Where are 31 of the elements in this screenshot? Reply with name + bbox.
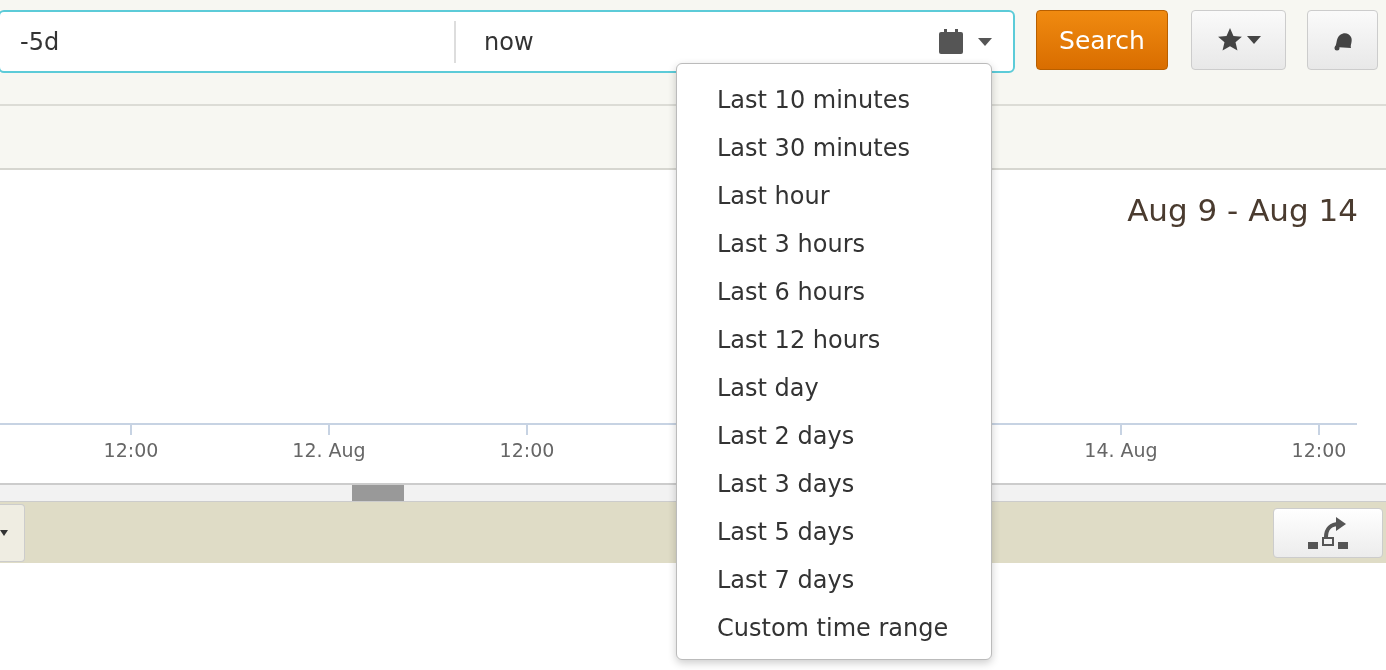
menu-item[interactable]: Last 6 hours: [677, 268, 991, 316]
menu-item[interactable]: Last 10 minutes: [677, 76, 991, 124]
chart-title: Aug 9 - Aug 14: [1127, 192, 1358, 228]
caret-icon: [1246, 36, 1261, 44]
menu-item[interactable]: Custom time range: [677, 604, 991, 652]
latest-field[interactable]: now: [456, 20, 937, 63]
axis-label: 12:00: [1291, 439, 1347, 461]
menu-item[interactable]: Last 12 hours: [677, 316, 991, 364]
menu-item[interactable]: Last hour: [677, 172, 991, 220]
share-icon: [1306, 514, 1350, 551]
time-range-field[interactable]: -5d now: [0, 10, 1015, 73]
axis-label: 14. Aug: [1084, 439, 1158, 461]
earliest-field[interactable]: -5d: [0, 20, 456, 63]
axis-label: 12:00: [103, 439, 159, 461]
share-button[interactable]: [1273, 507, 1383, 558]
star-icon: [1216, 27, 1243, 53]
favorites-button[interactable]: [1191, 10, 1286, 70]
alert-button[interactable]: [1307, 10, 1378, 70]
axis-label: 12. Aug: [292, 439, 366, 461]
menu-item[interactable]: Last 2 days: [677, 412, 991, 460]
menu-item[interactable]: Last 5 days: [677, 508, 991, 556]
calendar-icon[interactable]: [937, 27, 965, 56]
menu-item[interactable]: Last 3 hours: [677, 220, 991, 268]
menu-item[interactable]: Last 7 days: [677, 556, 991, 604]
scrollbar-handle[interactable]: [352, 485, 404, 501]
caret-icon: [0, 529, 8, 536]
menu-item[interactable]: Last 3 days: [677, 460, 991, 508]
menu-item[interactable]: Last day: [677, 364, 991, 412]
menu-item[interactable]: Last 30 minutes: [677, 124, 991, 172]
caret-icon[interactable]: [977, 36, 993, 47]
axis-label: 12:00: [499, 439, 555, 461]
